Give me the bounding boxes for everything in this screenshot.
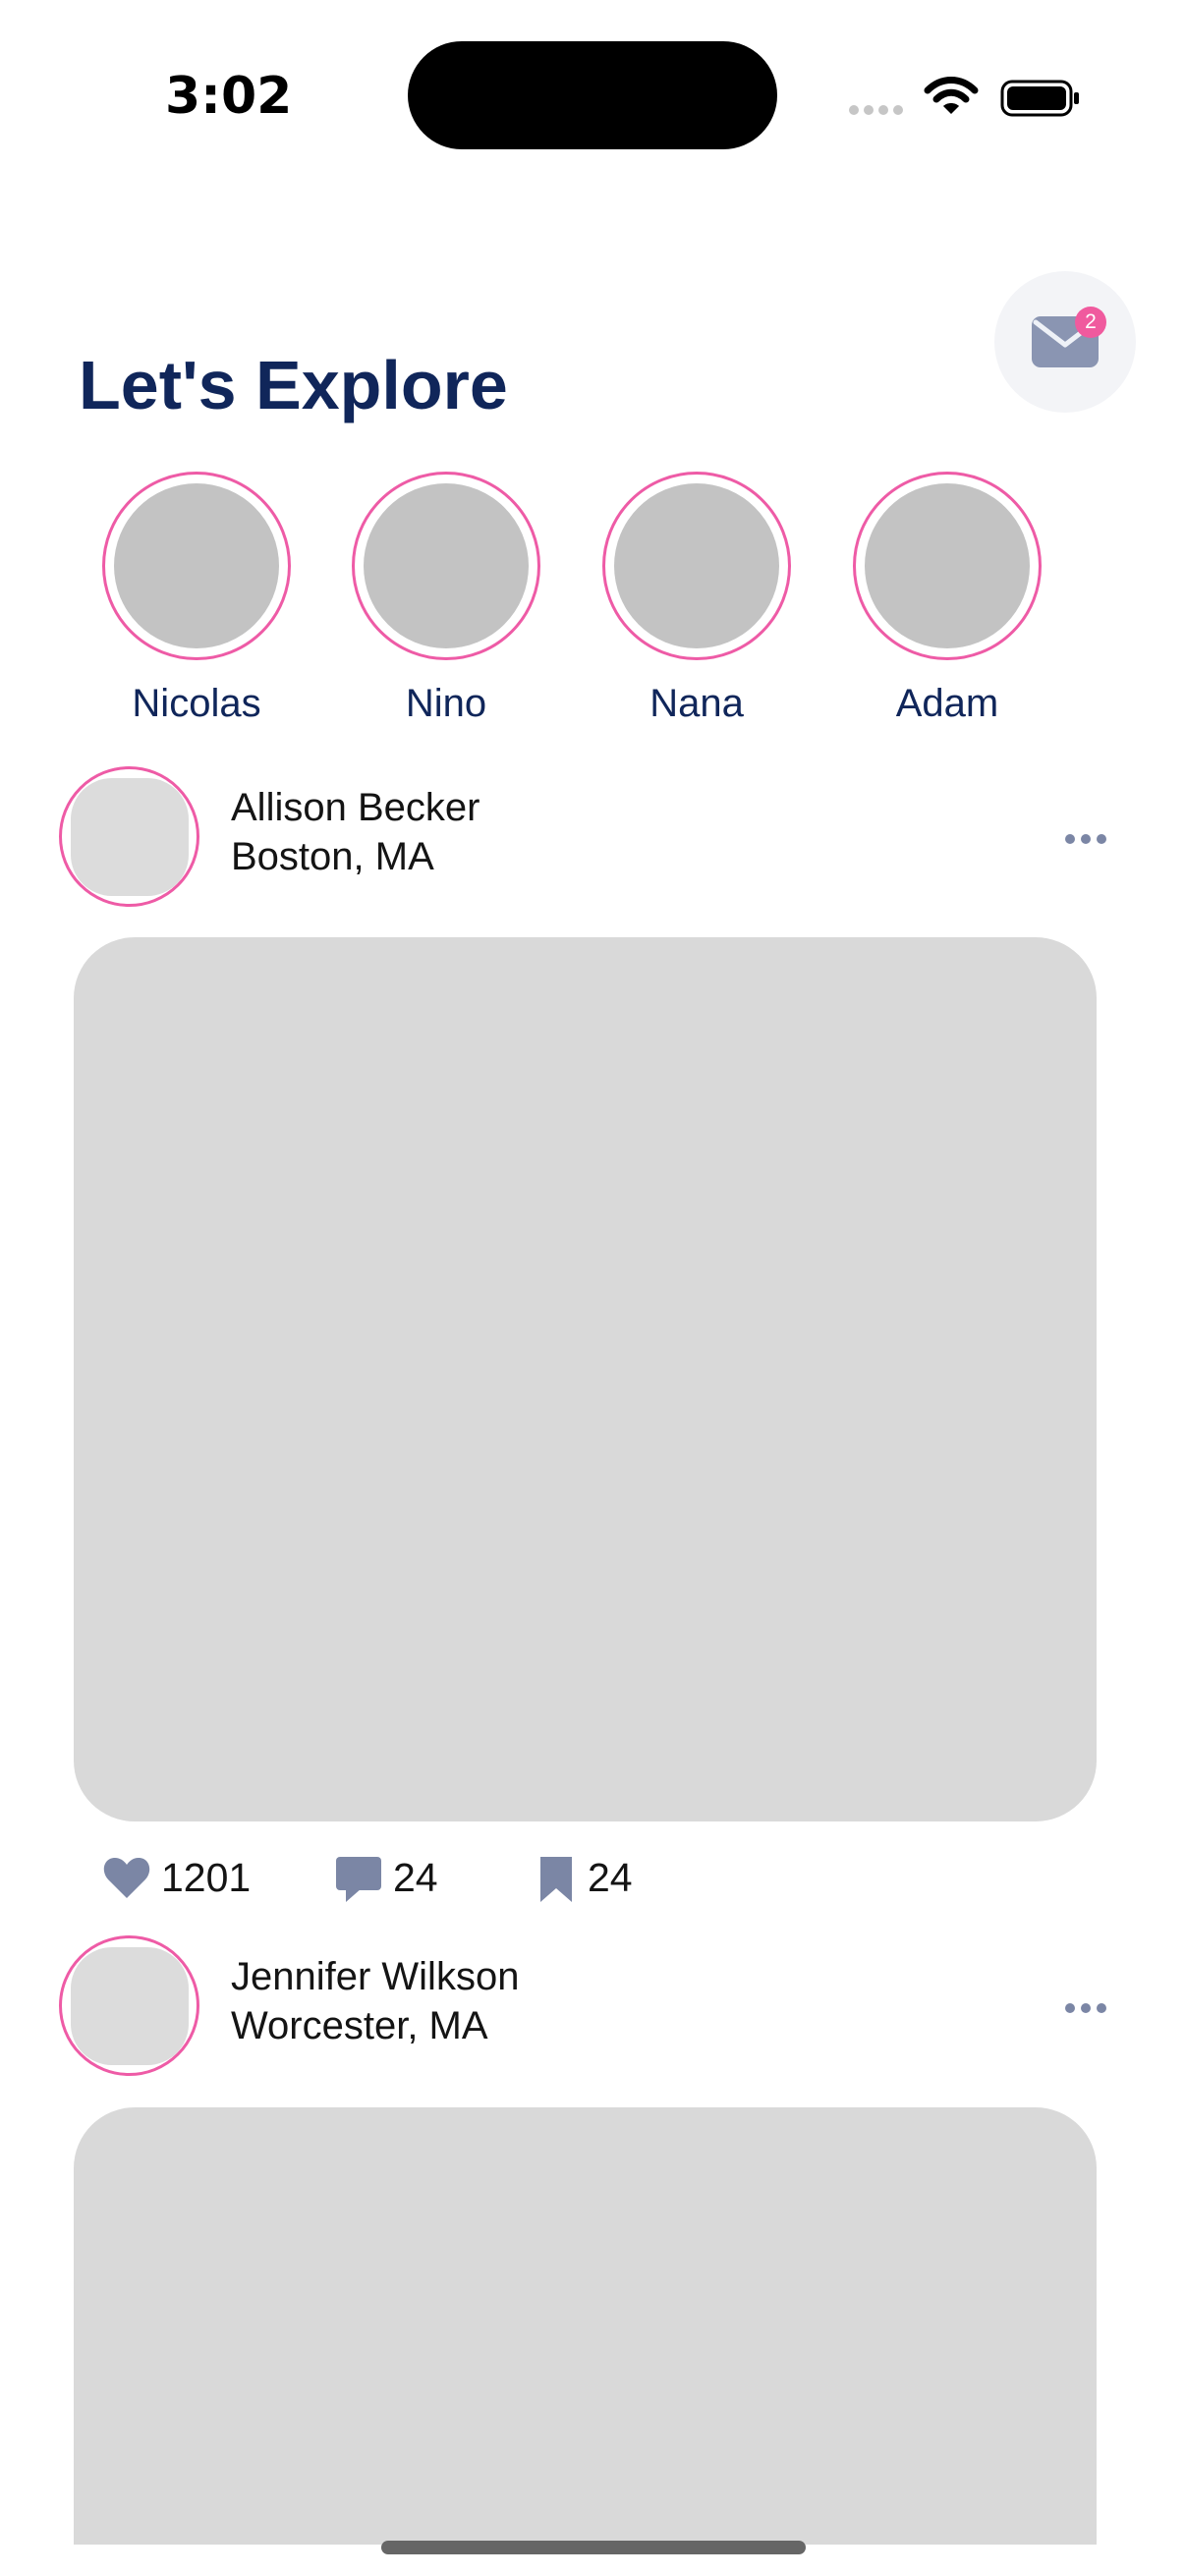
story-ring <box>853 472 1042 660</box>
cellular-signal-icon <box>849 102 908 120</box>
comment-icon <box>336 1857 381 1902</box>
story-name: Nana <box>649 682 744 725</box>
home-indicator[interactable] <box>381 2541 806 2554</box>
story-nicolas[interactable]: Nicolas <box>98 472 295 726</box>
post-avatar-ring[interactable] <box>59 766 199 907</box>
wifi-icon <box>924 77 979 121</box>
story-ring <box>102 472 291 660</box>
dynamic-island <box>408 41 777 149</box>
avatar <box>865 483 1030 648</box>
post-location: Worcester, MA <box>231 2004 488 2047</box>
post-image[interactable] <box>74 937 1097 1821</box>
saves-count: 24 <box>588 1855 633 1900</box>
comments-count: 24 <box>393 1855 438 1900</box>
post-author[interactable]: Jennifer Wilkson <box>231 1955 519 1999</box>
likes-count: 1201 <box>161 1855 252 1900</box>
story-nana[interactable]: Nana <box>598 472 795 726</box>
avatar <box>71 778 189 896</box>
post-author[interactable]: Allison Becker <box>231 786 480 830</box>
story-ring <box>602 472 791 660</box>
messages-button[interactable] <box>994 271 1136 413</box>
story-name: Nicolas <box>132 682 261 725</box>
heart-icon <box>103 1858 150 1898</box>
ellipsis-icon[interactable] <box>1059 2000 1106 2018</box>
story-nino[interactable]: Nino <box>348 472 544 726</box>
post-location: Boston, MA <box>231 835 434 878</box>
post-header: Allison Becker Boston, MA <box>59 766 1126 909</box>
post-avatar-ring[interactable] <box>59 1935 199 2076</box>
avatar <box>364 483 529 648</box>
story-adam[interactable]: Adam <box>849 472 1045 726</box>
story-ring <box>352 472 540 660</box>
story-name: Adam <box>895 682 999 725</box>
avatar <box>614 483 779 648</box>
avatar <box>71 1947 189 2065</box>
story-name: Nino <box>405 682 487 725</box>
bookmark-icon <box>540 1857 572 1902</box>
ellipsis-icon[interactable] <box>1059 831 1106 849</box>
battery-icon <box>1000 79 1081 123</box>
status-time: 3:02 <box>165 67 293 126</box>
post-header: Jennifer Wilkson Worcester, MA <box>59 1935 1126 2078</box>
page-title: Let's Explore <box>79 346 508 423</box>
status-bar: 3:02 <box>0 0 1185 187</box>
post-image[interactable] <box>74 2107 1097 2545</box>
messages-count-badge: 2 <box>1075 307 1106 338</box>
avatar <box>114 483 279 648</box>
